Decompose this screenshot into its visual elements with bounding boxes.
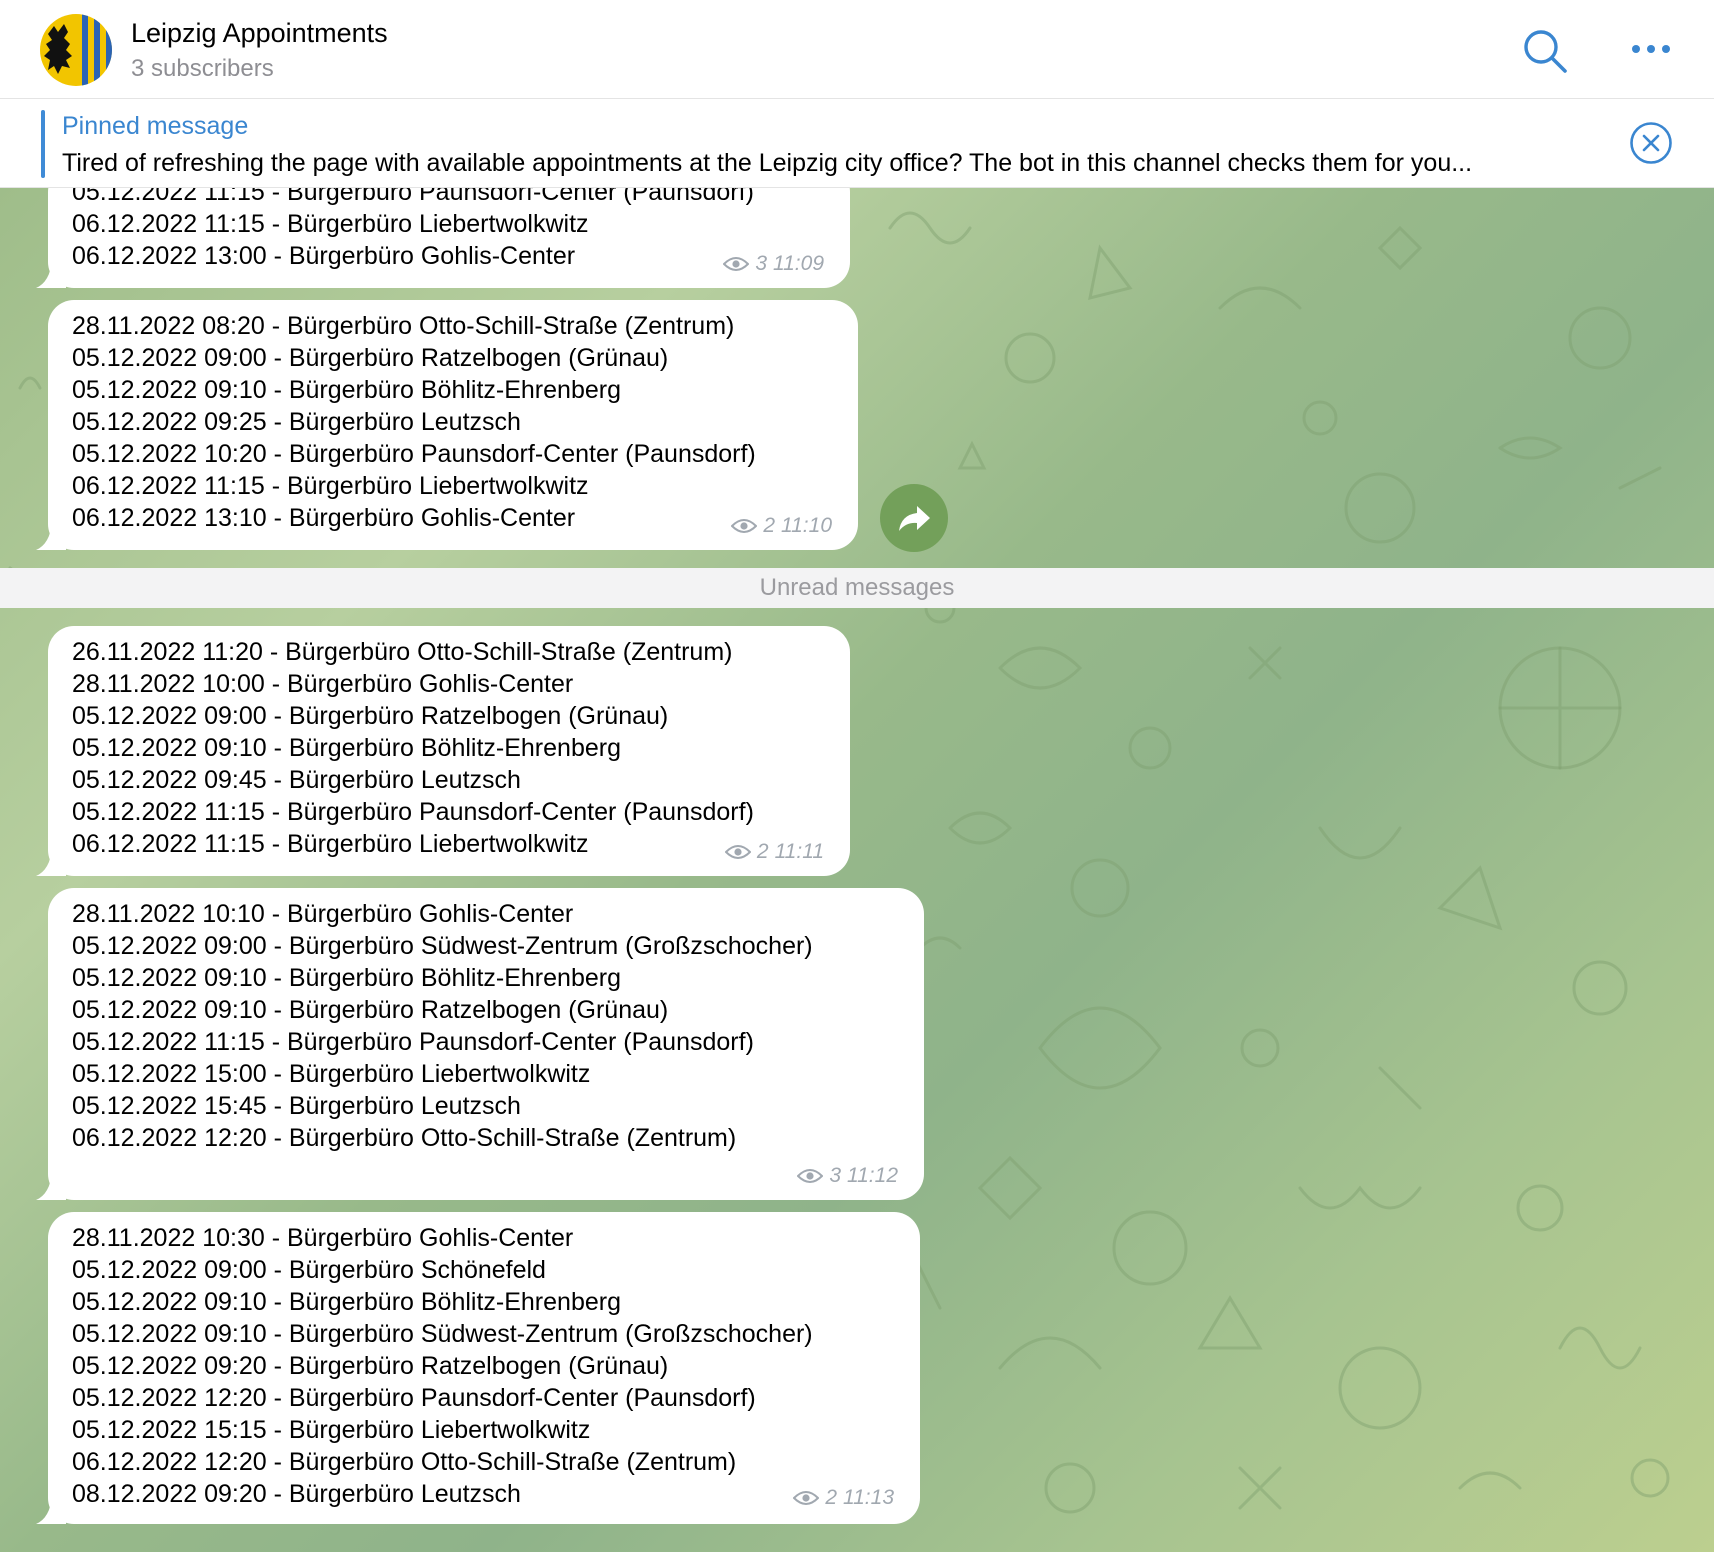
pinned-text: Tired of refreshing the page with availa…	[62, 149, 1473, 177]
views-eye-icon	[724, 845, 751, 859]
more-options-button[interactable]	[1630, 38, 1674, 60]
message-line: 28.11.2022 10:10 - Bürgerbüro Gohlis-Cen…	[72, 900, 574, 928]
message-line: 05.12.2022 11:15 - Bürgerbüro Paunsdorf-…	[72, 1028, 754, 1056]
view-count: 2	[825, 1486, 837, 1509]
chat-header: Leipzig Appointments 3 subscribers	[0, 0, 1714, 99]
pinned-label: Pinned message	[62, 112, 249, 140]
search-button[interactable]	[1522, 28, 1568, 74]
message-time: 11:12	[847, 1164, 898, 1187]
message-line: 06.12.2022 11:15 - Bürgerbüro Liebertwol…	[72, 830, 589, 858]
pinned-accent-bar	[41, 110, 45, 178]
chat-area[interactable]: 05.12.2022 11:15 - Bürgerbüro Paunsdorf-…	[0, 188, 1714, 1552]
message-line: 05.12.2022 09:00 - Bürgerbüro Ratzelboge…	[72, 344, 669, 372]
ellipsis-icon	[1632, 45, 1670, 53]
view-count: 2	[756, 840, 769, 863]
pinned-message-bar[interactable]: Pinned message Tired of refreshing the p…	[0, 100, 1714, 188]
message-line: 06.12.2022 12:20 - Bürgerbüro Otto-Schil…	[72, 1448, 737, 1476]
message-line: 05.12.2022 09:10 - Bürgerbüro Böhlitz-Eh…	[72, 964, 621, 992]
message-meta: 3 11:12	[797, 1164, 898, 1188]
message-line: 06.12.2022 12:20 - Bürgerbüro Otto-Schil…	[72, 1124, 737, 1152]
close-pinned-button[interactable]	[1629, 121, 1673, 165]
message-line: 05.12.2022 15:15 - Bürgerbüro Liebertwol…	[72, 1416, 591, 1444]
message-bubble[interactable]: 28.11.2022 08:20 - Bürgerbüro Otto-Schil…	[36, 300, 858, 550]
view-count: 2	[763, 514, 775, 537]
close-circle-icon	[1630, 122, 1672, 164]
message-line: 05.12.2022 09:10 - Bürgerbüro Böhlitz-Eh…	[72, 376, 621, 404]
message-line: 05.12.2022 09:00 - Bürgerbüro Südwest-Ze…	[72, 932, 813, 960]
message-line: 05.12.2022 09:45 - Bürgerbüro Leutzsch	[72, 766, 521, 794]
message-line: 05.12.2022 15:45 - Bürgerbüro Leutzsch	[72, 1092, 521, 1120]
message-bubble[interactable]: 28.11.2022 10:10 - Bürgerbüro Gohlis-Cen…	[36, 888, 924, 1200]
message-line: 28.11.2022 10:30 - Bürgerbüro Gohlis-Cen…	[72, 1224, 574, 1252]
message-time: 11:11	[774, 840, 824, 863]
views-eye-icon	[797, 1169, 824, 1183]
message-meta: 2 11:10	[731, 514, 832, 538]
message-line: 05.12.2022 09:10 - Bürgerbüro Südwest-Ze…	[72, 1320, 813, 1348]
message-line: 05.12.2022 11:15 - Bürgerbüro Paunsdorf-…	[72, 188, 754, 206]
message-line: 05.12.2022 10:20 - Bürgerbüro Paunsdorf-…	[72, 440, 756, 468]
message-line: 05.12.2022 11:15 - Bürgerbüro Paunsdorf-…	[72, 798, 754, 826]
share-button[interactable]	[880, 484, 948, 552]
message-bubble[interactable]: 05.12.2022 11:15 - Bürgerbüro Paunsdorf-…	[36, 188, 850, 288]
subscriber-count: 3 subscribers	[131, 55, 274, 82]
bubble-tail-icon	[36, 260, 66, 288]
message-line: 05.12.2022 12:20 - Bürgerbüro Paunsdorf-…	[72, 1384, 756, 1412]
share-arrow-icon	[899, 506, 930, 531]
message-time: 11:10	[781, 514, 832, 537]
search-icon	[1524, 30, 1567, 73]
bubble-tail-icon	[36, 1172, 66, 1200]
message-time: 11:09	[773, 252, 824, 275]
message-bubble[interactable]: 28.11.2022 10:30 - Bürgerbüro Gohlis-Cen…	[36, 1212, 920, 1524]
views-eye-icon	[793, 1491, 820, 1505]
message-line: 06.12.2022 11:15 - Bürgerbüro Liebertwol…	[72, 472, 589, 500]
message-meta: 2 11:11	[724, 840, 824, 864]
message-time: 11:13	[843, 1486, 894, 1509]
message-line: 28.11.2022 10:00 - Bürgerbüro Gohlis-Cen…	[72, 670, 574, 698]
message-meta: 3 11:09	[723, 252, 824, 276]
bubble-tail-icon	[36, 1496, 66, 1524]
message-line: 26.11.2022 11:20 - Bürgerbüro Otto-Schil…	[72, 638, 733, 666]
message-line: 05.12.2022 09:20 - Bürgerbüro Ratzelboge…	[72, 1352, 669, 1380]
message-line: 06.12.2022 11:15 - Bürgerbüro Liebertwol…	[72, 210, 589, 238]
message-line: 05.12.2022 09:10 - Bürgerbüro Böhlitz-Eh…	[72, 734, 621, 762]
views-eye-icon	[723, 257, 750, 271]
leipzig-coat-of-arms-icon	[40, 14, 112, 86]
view-count: 3	[755, 252, 767, 275]
bubble-tail-icon	[36, 522, 66, 550]
message-line: 06.12.2022 13:00 - Bürgerbüro Gohlis-Cen…	[72, 242, 576, 270]
views-eye-icon	[731, 519, 758, 533]
bubble-tail-icon	[36, 848, 66, 876]
message-line: 05.12.2022 09:10 - Bürgerbüro Ratzelboge…	[72, 996, 669, 1024]
message-bubble[interactable]: 26.11.2022 11:20 - Bürgerbüro Otto-Schil…	[36, 626, 850, 876]
unread-separator: Unread messages	[0, 568, 1714, 608]
message-line: 05.12.2022 09:00 - Bürgerbüro Ratzelboge…	[72, 702, 669, 730]
message-line: 05.12.2022 09:25 - Bürgerbüro Leutzsch	[72, 408, 521, 436]
view-count: 3	[829, 1164, 841, 1187]
message-line: 06.12.2022 13:10 - Bürgerbüro Gohlis-Cen…	[72, 504, 576, 532]
message-line: 28.11.2022 08:20 - Bürgerbüro Otto-Schil…	[72, 312, 735, 340]
channel-title[interactable]: Leipzig Appointments	[131, 18, 388, 49]
message-meta: 2 11:13	[793, 1486, 894, 1510]
channel-avatar[interactable]	[40, 14, 112, 86]
message-line: 08.12.2022 09:20 - Bürgerbüro Leutzsch	[72, 1480, 521, 1508]
message-line: 05.12.2022 09:00 - Bürgerbüro Schönefeld	[72, 1256, 546, 1284]
message-line: 05.12.2022 15:00 - Bürgerbüro Liebertwol…	[72, 1060, 591, 1088]
message-line: 05.12.2022 09:10 - Bürgerbüro Böhlitz-Eh…	[72, 1288, 621, 1316]
